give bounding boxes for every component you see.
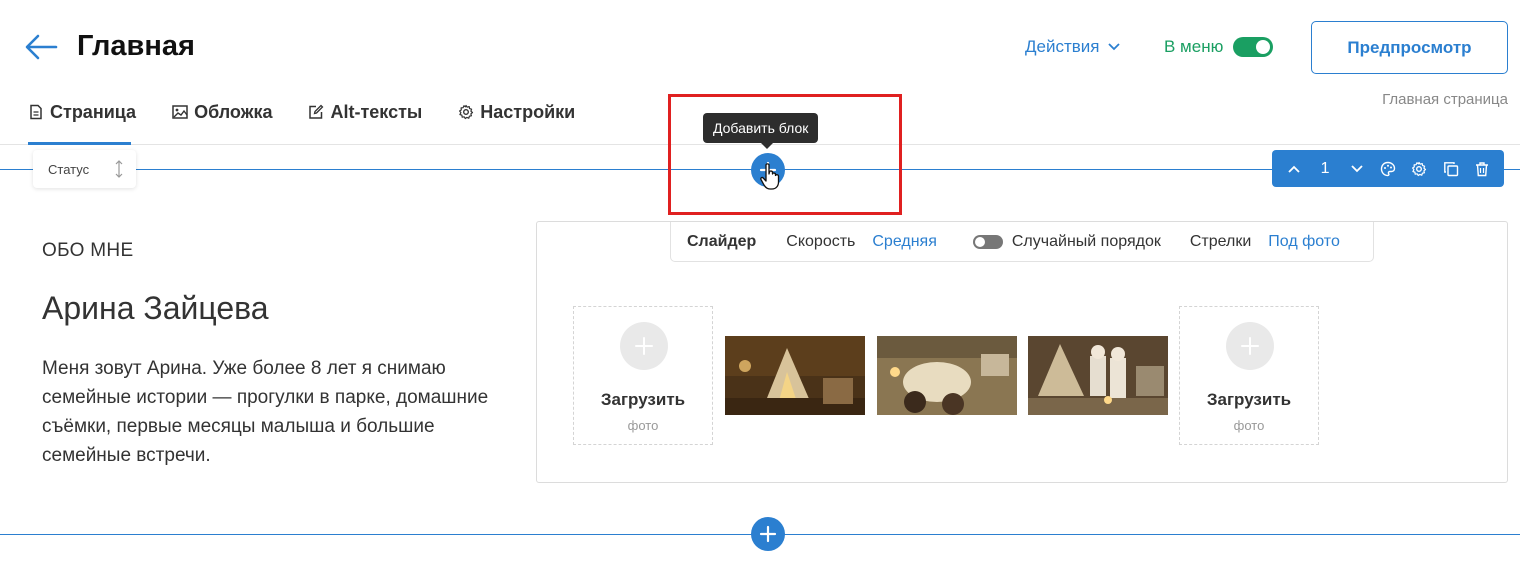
chevron-down-icon: [1108, 43, 1121, 51]
random-order-label: Случайный порядок: [1011, 232, 1161, 250]
children-playing-photo[interactable]: [1028, 336, 1168, 415]
gear-icon: [1412, 161, 1427, 176]
in-menu-label: В меню: [1164, 37, 1224, 56]
status-chip[interactable]: Статус: [33, 150, 136, 188]
tab-alt-texts[interactable]: Alt-тексты: [308, 100, 422, 124]
trash-icon: [1476, 161, 1489, 176]
document-icon: [30, 104, 42, 120]
tab-page[interactable]: Страница: [28, 100, 136, 124]
tab-cover[interactable]: Обложка: [172, 100, 272, 124]
actions-dropdown[interactable]: Действия: [1025, 37, 1121, 57]
preview-button[interactable]: Предпросмотр: [1311, 21, 1508, 74]
palette-icon: [1380, 161, 1396, 176]
block-index: 1: [1320, 159, 1330, 177]
duplicate-block-button[interactable]: [1441, 159, 1461, 179]
gear-icon: [459, 104, 474, 120]
speed-value[interactable]: Средняя: [872, 233, 937, 251]
family-on-floor-photo[interactable]: [877, 336, 1017, 415]
tab-settings-label: Настройки: [480, 101, 576, 122]
back-arrow-icon[interactable]: [24, 33, 58, 61]
tab-cover-label: Обложка: [194, 101, 273, 122]
chevron-up-icon: [1288, 165, 1300, 173]
plus-icon: [759, 525, 777, 543]
slider-title: Слайдер: [687, 232, 757, 250]
tab-page-label: Страница: [50, 101, 137, 122]
block-settings-button[interactable]: [1409, 159, 1429, 179]
speed-label: Скорость: [786, 232, 856, 250]
section-label: ОБО МНЕ: [42, 240, 134, 261]
up-down-arrows-icon: [115, 160, 123, 178]
arrows-value[interactable]: Под фото: [1268, 233, 1340, 251]
plus-icon: [620, 322, 668, 370]
move-down-button[interactable]: [1347, 159, 1367, 179]
upload-subtitle: фото: [1233, 418, 1265, 433]
bio-text: Меня зовут Арина. Уже более 8 лет я сним…: [42, 358, 489, 466]
image-icon: [172, 105, 188, 119]
page-title: Главная: [77, 30, 195, 62]
in-menu-toggle[interactable]: [1233, 37, 1274, 57]
slider-settings-bar: Слайдер Скорость Средняя Случайный поряд…: [670, 222, 1374, 262]
upload-title: Загрузить: [1206, 390, 1292, 409]
actions-label: Действия: [1025, 37, 1100, 56]
delete-block-button[interactable]: [1472, 159, 1492, 179]
upload-photo-left[interactable]: Загрузить фото: [573, 306, 713, 445]
arrows-label: Стрелки: [1189, 232, 1252, 250]
edit-icon: [309, 104, 324, 119]
person-name: Арина Зайцева: [42, 290, 269, 326]
block-style-button[interactable]: [1378, 159, 1398, 179]
upload-subtitle: фото: [627, 418, 659, 433]
upload-photo-right[interactable]: Загрузить фото: [1179, 306, 1319, 445]
tab-settings[interactable]: Настройки: [458, 100, 575, 124]
add-block-button-bottom[interactable]: [751, 517, 785, 551]
breadcrumb: Главная страница: [1382, 91, 1508, 108]
tab-bar: Страница Обложка Alt-тексты Настройки: [28, 100, 575, 124]
move-up-button[interactable]: [1284, 159, 1304, 179]
active-tab-indicator: [28, 142, 131, 145]
random-order-toggle[interactable]: [972, 234, 1003, 249]
chevron-down-icon: [1350, 164, 1363, 172]
copy-icon: [1443, 161, 1459, 176]
status-label: Статус: [48, 161, 90, 177]
tab-alt-texts-label: Alt-тексты: [330, 101, 423, 122]
highlight-box: [668, 94, 902, 215]
block-toolbar: 1: [1272, 150, 1504, 187]
in-menu-control: В меню: [1164, 37, 1274, 57]
upload-title: Загрузить: [600, 390, 686, 409]
plus-icon: [1226, 322, 1274, 370]
teepee-tent-photo[interactable]: [725, 336, 865, 415]
